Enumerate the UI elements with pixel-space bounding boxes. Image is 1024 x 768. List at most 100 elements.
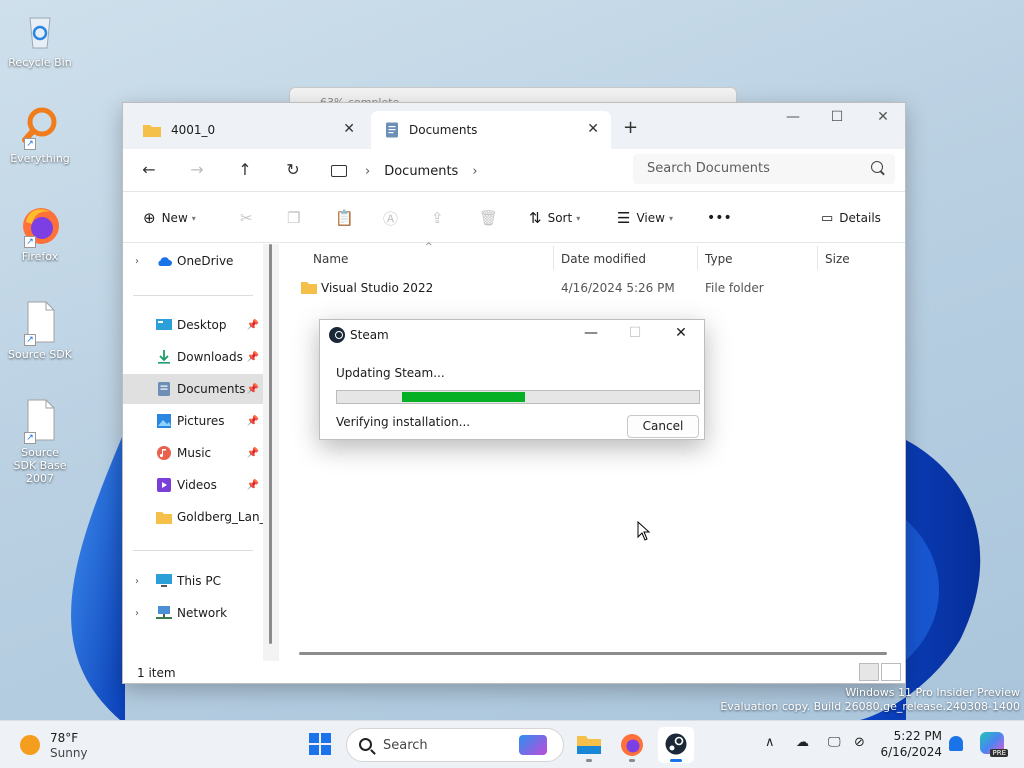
folder-icon [156, 512, 172, 524]
nav-item-label: This PC [177, 574, 221, 588]
minimize-button[interactable]: — [773, 109, 813, 125]
column-header-name[interactable]: Name [313, 252, 348, 266]
pictures-icon [157, 414, 171, 428]
search-icon [871, 161, 883, 173]
sort-button[interactable]: ⇅ Sort ▾ [529, 206, 580, 230]
nav-pane-scrollbar[interactable] [269, 244, 272, 644]
chevron-right-icon[interactable]: › [135, 256, 139, 267]
view-button[interactable]: ☰ View ▾ [617, 206, 673, 230]
pin-icon[interactable]: 📌 [247, 352, 259, 363]
details-view-icon[interactable] [859, 663, 879, 681]
column-header-date[interactable]: Date modified [561, 252, 646, 266]
tab-4001-0[interactable]: 4001_0 ✕ [129, 111, 367, 149]
column-separator[interactable] [553, 246, 554, 270]
copilot-badge: PRE [990, 749, 1008, 757]
display-icon[interactable]: 🖵 [828, 735, 841, 750]
folder-icon [301, 282, 317, 294]
nav-item-desktop[interactable]: Desktop 📌 [123, 310, 263, 340]
column-separator[interactable] [817, 246, 818, 270]
system-clock[interactable]: 5:22 PM 6/16/2024 [876, 728, 942, 760]
up-arrow-icon[interactable]: ↑ [233, 159, 257, 183]
shortcut-arrow-icon: ↗ [24, 334, 36, 346]
nav-item-network[interactable]: › Network [123, 598, 263, 628]
pin-icon[interactable]: 📌 [247, 416, 259, 427]
copilot-icon[interactable]: PRE [980, 732, 1008, 757]
details-button[interactable]: ▭ Details [821, 206, 881, 230]
nav-item-documents[interactable]: Documents 📌 [123, 374, 263, 404]
desktop-icon-label: Firefox [21, 250, 59, 263]
chevron-down-icon: ▾ [576, 213, 581, 223]
pin-icon[interactable]: 📌 [247, 448, 259, 459]
rename-icon[interactable]: Ⓐ [383, 206, 398, 230]
video-icon [157, 478, 171, 492]
taskbar-search[interactable]: Search [346, 728, 564, 762]
paste-icon[interactable]: 📋 [335, 206, 354, 230]
new-tab-button[interactable]: + [623, 117, 638, 138]
everything-search-icon: ↗ [18, 104, 62, 150]
desktop-icon-everything[interactable]: ↗ Everything [4, 104, 76, 165]
nav-item-pictures[interactable]: Pictures 📌 [123, 406, 263, 436]
new-button[interactable]: ⊕ New ▾ [143, 206, 196, 230]
tiles-view-icon[interactable] [881, 663, 901, 681]
steam-logo-icon [329, 327, 345, 343]
minimize-button[interactable]: — [576, 325, 606, 341]
address-bar[interactable]: › Documents › [331, 155, 623, 187]
close-tab-icon[interactable]: ✕ [343, 121, 355, 137]
command-bar: ⊕ New ▾ ✂ ❐ 📋 Ⓐ ⇪ 🗑 ⇅ Sort ▾ ☰ View ▾ ••… [123, 191, 905, 243]
taskbar-firefox[interactable] [614, 727, 650, 763]
share-icon[interactable]: ⇪ [431, 206, 444, 230]
shortcut-arrow-icon: ↗ [24, 138, 36, 150]
maximize-button[interactable]: ☐ [817, 109, 857, 125]
chevron-right-icon[interactable]: › [365, 164, 370, 179]
nav-item-onedrive[interactable]: › OneDrive [123, 246, 263, 276]
copy-icon[interactable]: ❐ [287, 206, 300, 230]
notification-bell-icon[interactable] [949, 736, 963, 751]
cut-icon[interactable]: ✂ [240, 206, 253, 230]
firefox-icon [621, 734, 643, 756]
desktop-icon-firefox[interactable]: ↗ Firefox [4, 202, 76, 263]
refresh-icon[interactable]: ↻ [281, 159, 305, 183]
pin-icon[interactable]: 📌 [247, 384, 259, 395]
chevron-up-icon[interactable]: ∧ [765, 735, 775, 750]
delete-icon[interactable]: 🗑 [479, 206, 498, 230]
nav-item-goldberg[interactable]: Goldberg_Lan_S [123, 502, 263, 532]
column-separator[interactable] [697, 246, 698, 270]
more-options-icon[interactable]: ••• [707, 206, 732, 230]
column-header-type[interactable]: Type [705, 252, 733, 266]
nav-item-downloads[interactable]: Downloads 📌 [123, 342, 263, 372]
onedrive-offline-icon[interactable]: ☁ [796, 735, 809, 750]
close-window-button[interactable]: ✕ [863, 109, 903, 125]
desktop-icon-label: Everything [10, 152, 70, 165]
chevron-right-icon[interactable]: › [135, 608, 139, 619]
desktop-icon-source-sdk[interactable]: ↗ Source SDK [4, 300, 76, 361]
desktop-icon-recycle-bin[interactable]: Recycle Bin [4, 8, 76, 69]
pin-icon[interactable]: 📌 [247, 320, 259, 331]
taskbar-steam[interactable] [658, 727, 694, 763]
navigation-pane: › OneDrive Desktop 📌 Downloads 📌 Documen… [123, 244, 279, 661]
file-type: File folder [705, 281, 764, 295]
start-button[interactable] [309, 733, 331, 755]
back-arrow-icon[interactable]: ← [137, 159, 161, 183]
nav-item-videos[interactable]: Videos 📌 [123, 470, 263, 500]
cancel-button[interactable]: Cancel [627, 415, 699, 438]
network-status-icon[interactable]: ⊘ [854, 735, 865, 750]
forward-arrow-icon[interactable]: → [185, 159, 209, 183]
chevron-right-icon[interactable]: › [135, 576, 139, 587]
file-row[interactable]: Visual Studio 2022 4/16/2024 5:26 PM Fil… [299, 276, 899, 300]
close-dialog-button[interactable]: ✕ [666, 325, 696, 341]
evaluation-watermark: Windows 11 Pro Insider Preview Evaluatio… [720, 686, 1020, 714]
breadcrumb-documents[interactable]: Documents [384, 164, 458, 179]
close-tab-icon[interactable]: ✕ [587, 121, 599, 137]
nav-item-this-pc[interactable]: › This PC [123, 566, 263, 596]
tab-documents[interactable]: Documents ✕ [371, 111, 611, 149]
pin-icon[interactable]: 📌 [247, 480, 259, 491]
search-input[interactable]: Search Documents [633, 154, 895, 184]
horizontal-scrollbar[interactable] [299, 652, 887, 655]
mouse-cursor-icon [637, 521, 651, 541]
pane-splitter[interactable] [263, 244, 279, 661]
column-header-size[interactable]: Size [825, 252, 850, 266]
taskbar-file-explorer[interactable] [571, 727, 607, 763]
chevron-right-icon[interactable]: › [472, 164, 477, 179]
desktop-icon-source-sdk-base-2007[interactable]: ↗ Source SDK Base 2007 [4, 398, 76, 485]
nav-item-music[interactable]: Music 📌 [123, 438, 263, 468]
